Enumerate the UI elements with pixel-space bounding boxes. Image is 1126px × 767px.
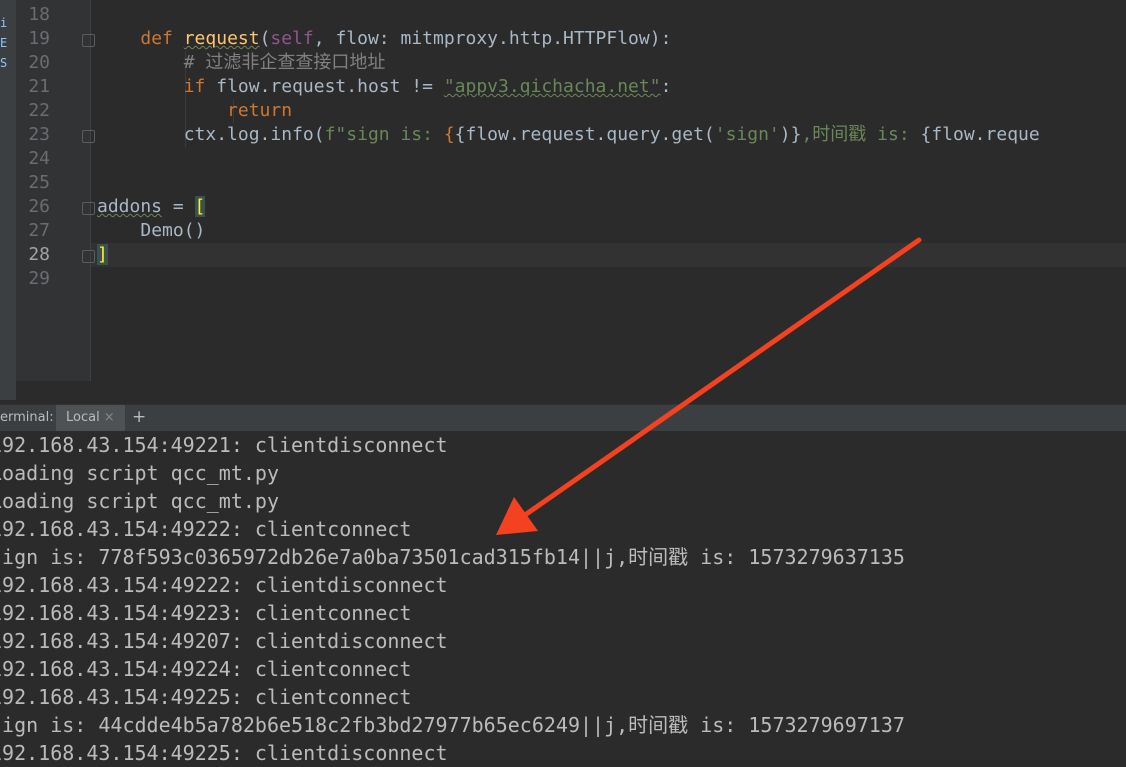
line-number: 21: [28, 76, 50, 97]
tool-window-icon[interactable]: E: [0, 34, 14, 52]
line-number: 25: [28, 172, 50, 193]
line-number: 20: [28, 52, 50, 73]
terminal-line: Loading script qcc_mt.py: [0, 489, 279, 513]
call-prefix: ctx.log.info(: [183, 124, 325, 145]
signature-rest: , flow: mitmproxy.http.HTTPFlow):: [313, 28, 672, 49]
open-bracket: [: [194, 196, 206, 217]
fstring-expr-brace: {: [443, 124, 455, 145]
assign: =: [162, 196, 195, 217]
fstring-middle: ,时间戳 is:: [801, 124, 921, 145]
fstring-expr-end: )}: [779, 124, 802, 145]
fstring-start: f"sign is:: [324, 124, 444, 145]
fold-icon[interactable]: [82, 130, 95, 143]
fold-icon[interactable]: [82, 250, 95, 263]
terminal-line: sign is: 44cdde4b5a782b6e518c2fb3bd27977…: [0, 713, 905, 737]
terminal-line: 192.168.43.154:49222: clientconnect: [0, 517, 412, 541]
line-number: 24: [28, 148, 50, 169]
tab-local-label: Local: [66, 410, 100, 425]
code-line-22: return: [97, 99, 292, 123]
close-bracket: ]: [97, 244, 108, 265]
line-number: 26: [28, 196, 50, 217]
colon: :: [660, 76, 672, 97]
code-line-23: ctx.log.info(f"sign is: {{flow.request.q…: [97, 123, 1040, 147]
sign-string: 'sign': [714, 124, 780, 145]
fold-icon[interactable]: [82, 34, 95, 47]
line-number: 19: [28, 28, 50, 49]
terminal-label: erminal:: [0, 410, 54, 425]
line-number: 27: [28, 220, 50, 241]
close-icon[interactable]: ×: [104, 410, 115, 425]
current-line-highlight: [91, 243, 1126, 267]
tool-window-icon[interactable]: S: [0, 54, 14, 72]
addons-name: addons: [97, 196, 163, 217]
condition: flow.request.host !=: [205, 76, 444, 97]
tool-window-icon[interactable]: i: [0, 14, 14, 32]
terminal-line: 192.168.43.154:49207: clientdisconnect: [0, 629, 448, 653]
line-number-active: 28: [28, 244, 50, 265]
demo-call: Demo(): [140, 220, 206, 241]
line-number: 29: [28, 268, 50, 289]
code-line-20: # 过滤非企查查接口地址: [97, 51, 386, 75]
line-number: 18: [28, 4, 50, 25]
terminal-line: sign is: 778f593c0365972db26e7a0ba73501c…: [0, 545, 905, 569]
terminal-line: 192.168.43.154:49221: clientdisconnect: [0, 433, 448, 457]
code-line-26: addons = [: [97, 195, 206, 219]
fold-icon[interactable]: [82, 202, 95, 215]
terminal-line: Loading script qcc_mt.py: [0, 461, 279, 485]
terminal-line: 192.168.43.154:49223: clientconnect: [0, 601, 412, 625]
terminal-line: 192.168.43.154:49222: clientdisconnect: [0, 573, 448, 597]
tab-local[interactable]: Local ×: [56, 405, 125, 431]
terminal-header: erminal: Local × +: [0, 404, 1126, 432]
paren: (: [259, 28, 271, 49]
fstring-expr: {flow.request.query.get(: [454, 124, 715, 145]
function-name: request: [183, 28, 260, 49]
code-line-21: if flow.request.host != "appv3.qichacha.…: [97, 75, 672, 99]
comment: # 过滤非企查查接口地址: [183, 52, 386, 73]
host-string: "appv3.qichacha.net": [443, 76, 661, 97]
self-param: self: [270, 28, 314, 49]
code-line-19: def request(self, flow: mitmproxy.http.H…: [97, 27, 671, 51]
line-number: 22: [28, 100, 50, 121]
add-tab-icon[interactable]: +: [132, 407, 146, 427]
fstring-expr-2: {flow.reque: [920, 124, 1040, 145]
terminal-line: 192.168.43.154:49225: clientconnect: [0, 685, 412, 709]
if-keyword: if: [183, 76, 206, 97]
return-keyword: return: [227, 100, 293, 121]
def-keyword: def: [140, 28, 184, 49]
line-number: 23: [28, 124, 50, 145]
code-line-28: ]: [97, 243, 108, 267]
terminal-line: 192.168.43.154:49224: clientconnect: [0, 657, 412, 681]
code-line-27: Demo(): [97, 219, 205, 243]
